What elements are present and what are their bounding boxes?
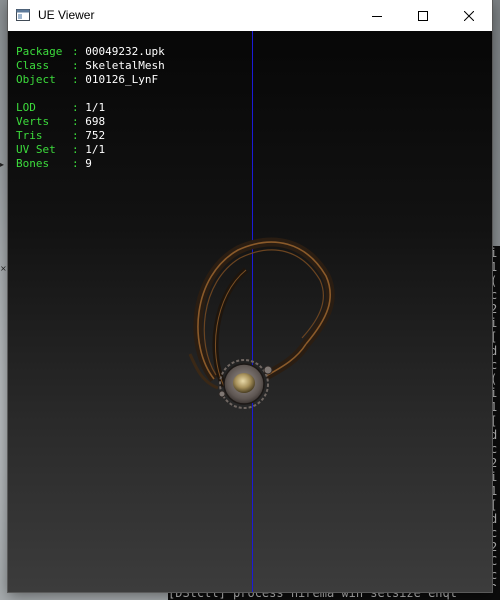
info-label: Class xyxy=(16,59,50,72)
info-label: Tris xyxy=(16,129,43,142)
info-value: SkeletalMesh xyxy=(85,59,165,72)
minimize-icon xyxy=(372,15,382,17)
info-row-uv-set: UV Set: 1/1 xyxy=(16,143,165,157)
info-separator: : xyxy=(72,129,79,142)
desktop-edge-glyph: ▸ xyxy=(0,160,5,169)
title-bar[interactable]: UE Viewer xyxy=(8,0,492,31)
info-separator: : xyxy=(72,115,79,128)
minimize-button[interactable] xyxy=(354,0,400,31)
info-row-class: Class: SkeletalMesh xyxy=(16,59,165,73)
close-icon xyxy=(464,10,474,21)
info-row-verts: Verts: 698 xyxy=(16,115,165,129)
info-label: Bones xyxy=(16,157,50,170)
info-value: 00049232.upk xyxy=(85,45,165,58)
info-separator: : xyxy=(72,73,79,86)
info-row-bones: Bones: 9 xyxy=(16,157,165,171)
info-row-package: Package: 00049232.upk xyxy=(16,45,165,59)
info-row-tris: Tris: 752 xyxy=(16,129,165,143)
maximize-icon xyxy=(418,10,428,21)
info-label: LOD xyxy=(16,101,36,114)
info-separator: : xyxy=(72,157,79,170)
info-separator: : xyxy=(72,101,79,114)
info-value: 1/1 xyxy=(85,101,106,114)
info-label: Verts xyxy=(16,115,50,128)
info-separator: : xyxy=(72,59,79,72)
desktop-background: ▸ × i1(c2i[dc(i1[dc2i1[dc2Cc2 [DStctl] p… xyxy=(0,0,500,600)
info-label: UV Set xyxy=(16,143,56,156)
info-label: Object xyxy=(16,73,56,86)
ue-viewer-app-icon xyxy=(16,9,30,21)
ue-viewer-window[interactable]: UE Viewer Package: 00049232.upk Class: … xyxy=(8,0,492,592)
3d-viewport[interactable]: Package: 00049232.upk Class: SkeletalMes… xyxy=(8,31,492,592)
info-value: 9 xyxy=(85,157,92,170)
maximize-button[interactable] xyxy=(400,0,446,31)
window-title: UE Viewer xyxy=(38,8,95,22)
close-button[interactable] xyxy=(446,0,492,31)
info-separator: : xyxy=(72,143,79,156)
info-value: 1/1 xyxy=(85,143,106,156)
info-row-lod: LOD: 1/1 xyxy=(16,101,165,115)
skeletal-mesh-render xyxy=(188,237,335,409)
info-value: 752 xyxy=(85,129,106,142)
info-row-object: Object: 010126_LynF xyxy=(16,73,165,87)
info-label: Package xyxy=(16,45,63,58)
mesh-info-panel: Package: 00049232.upk Class: SkeletalMes… xyxy=(16,45,165,171)
desktop-edge-glyph: × xyxy=(0,264,7,273)
info-separator: : xyxy=(72,45,79,58)
info-value: 698 xyxy=(85,115,106,128)
info-value: 010126_LynF xyxy=(85,73,159,86)
